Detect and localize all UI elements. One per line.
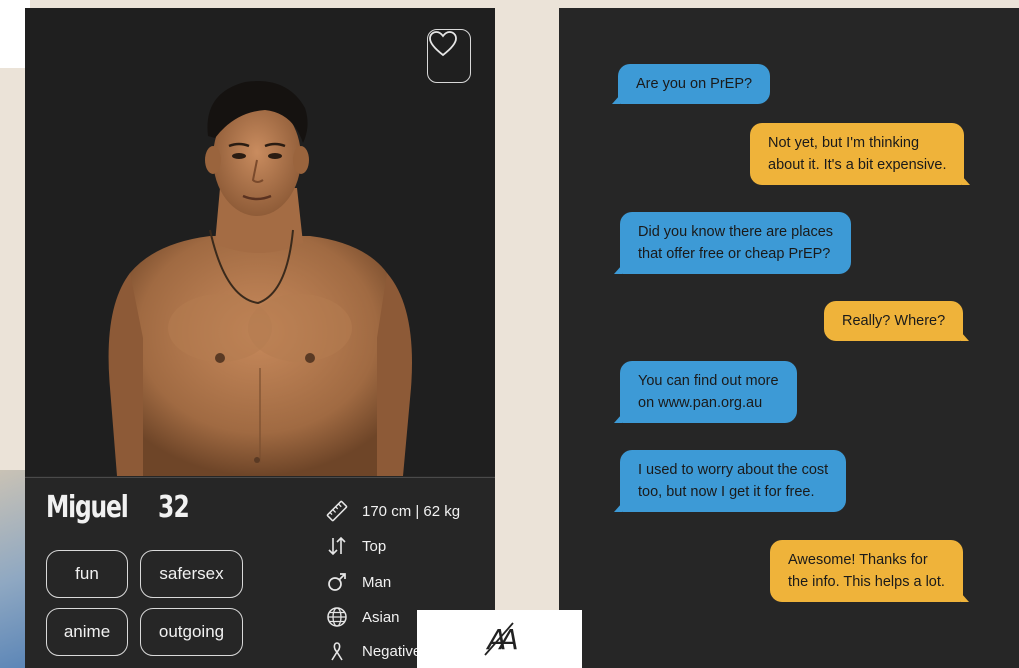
background-decoration: [0, 470, 26, 668]
chat-panel: Are you on PrEP? Not yet, but I'm thinki…: [559, 8, 1019, 668]
tag-safersex[interactable]: safersex: [140, 550, 243, 598]
chat-message-sent: Awesome! Thanks for the info. This helps…: [770, 540, 969, 602]
strike-line: [484, 622, 514, 656]
message-line: Not yet, but I'm thinking: [768, 135, 920, 151]
heart-icon: [429, 31, 457, 57]
message-line: I used to worry about the cost: [638, 462, 829, 478]
text-size-button[interactable]: AA: [417, 610, 582, 668]
message-line: Awesome! Thanks for: [788, 552, 928, 568]
profile-photo: [25, 8, 495, 476]
stat-position-text: Top: [362, 537, 387, 555]
message-line: that offer free or cheap PrEP?: [638, 246, 831, 262]
message-line: Are you on PrEP?: [636, 76, 753, 92]
chat-message-received: Are you on PrEP?: [611, 64, 771, 104]
stat-position: Top: [325, 534, 386, 558]
male-symbol-icon: [325, 570, 349, 594]
chat-message-received: You can find out more on www.pan.org.au: [614, 361, 797, 423]
profile-name: Miguel: [46, 490, 129, 525]
chat-message-sent: Really? Where?: [824, 301, 970, 341]
profile-age: 32: [158, 490, 190, 525]
chat-message-received: I used to worry about the cost too, but …: [613, 450, 847, 512]
stat-gender: Man: [325, 570, 391, 594]
globe-icon: [325, 605, 349, 629]
stat-height-weight: 170 cm | 62 kg: [325, 499, 460, 523]
profile-photo-illustration: [108, 81, 412, 476]
message-line: too, but now I get it for free.: [638, 484, 815, 500]
chat-message-sent: Not yet, but I'm thinking about it. It's…: [750, 123, 971, 185]
ruler-icon: [325, 499, 349, 523]
tag-anime[interactable]: anime: [46, 608, 128, 656]
profile-card: Miguel 32 fun safersex anime outgoing 17…: [25, 8, 495, 668]
chat-message-received: Did you know there are places that offer…: [613, 212, 852, 274]
stat-hiv-status: Negative: [325, 639, 421, 663]
message-line: the info. This helps a lot.: [788, 574, 945, 590]
stat-hiv-status-text: Negative: [362, 642, 422, 660]
message-line: about it. It's a bit expensive.: [768, 157, 947, 173]
message-line: on www.pan.org.au: [638, 395, 763, 411]
stat-ethnicity: Asian: [325, 605, 400, 629]
stat-height-weight-text: 170 cm | 62 kg: [362, 502, 461, 520]
tag-outgoing[interactable]: outgoing: [140, 608, 243, 656]
message-line: You can find out more: [638, 373, 779, 389]
awareness-ribbon-icon: [325, 639, 349, 663]
message-line: Did you know there are places: [638, 224, 834, 240]
stat-gender-text: Man: [362, 573, 392, 591]
position-arrows-icon: [325, 534, 349, 558]
message-line: Really? Where?: [842, 313, 946, 329]
stat-ethnicity-text: Asian: [362, 608, 400, 626]
tag-fun[interactable]: fun: [46, 550, 128, 598]
favorite-button[interactable]: [427, 29, 471, 83]
